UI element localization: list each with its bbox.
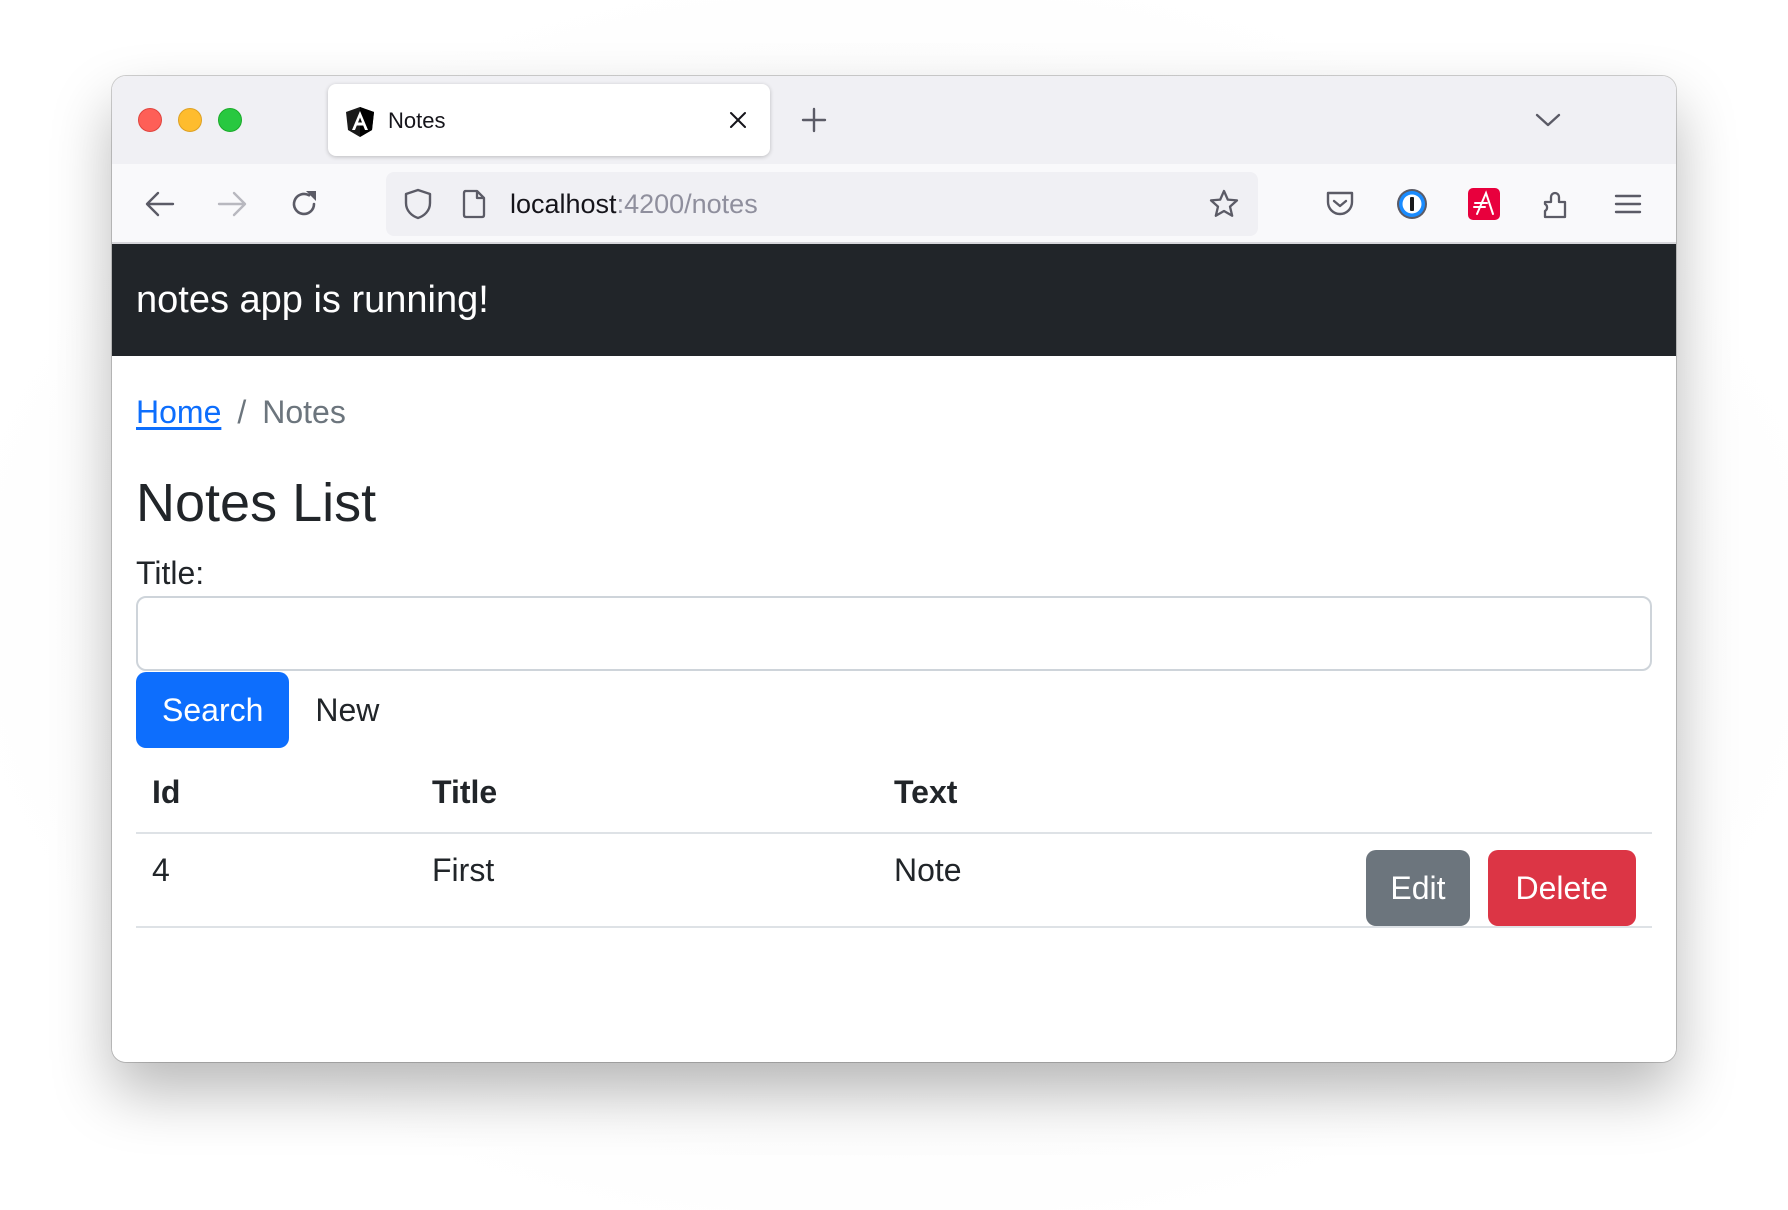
column-header-text: Text: [878, 752, 1071, 834]
title-search-input[interactable]: [136, 596, 1652, 671]
url-text[interactable]: localhost:4200/notes: [510, 188, 758, 220]
column-header-actions: [1070, 752, 1652, 834]
menu-hamburger-icon[interactable]: [1608, 184, 1648, 224]
new-tab-plus-icon[interactable]: [796, 102, 832, 138]
delete-note-button[interactable]: Delete: [1487, 850, 1636, 926]
column-header-title: Title: [416, 752, 878, 834]
angular-icon: [344, 106, 376, 138]
reload-icon[interactable]: [284, 184, 324, 224]
window-minimize-button[interactable]: [178, 108, 202, 132]
search-button[interactable]: Search: [136, 672, 290, 748]
breadcrumb-home-link[interactable]: Home: [136, 392, 221, 432]
navigation-toolbar: localhost:4200/notes: [112, 164, 1676, 244]
breadcrumb-current: Notes: [262, 394, 346, 430]
cell-id: 4: [136, 833, 416, 928]
cell-actions: Edit Delete: [1070, 833, 1652, 928]
pocket-icon[interactable]: [1320, 184, 1360, 224]
tab-title: Notes: [388, 108, 446, 133]
page-title: Notes List: [136, 473, 377, 533]
1password-icon[interactable]: [1392, 184, 1432, 224]
extensions-puzzle-icon[interactable]: [1536, 184, 1576, 224]
back-icon[interactable]: [140, 184, 180, 224]
extension-a-icon[interactable]: [1464, 184, 1504, 224]
breadcrumb: Home / Notes: [136, 392, 1652, 432]
breadcrumb-separator: /: [237, 394, 247, 430]
browser-window: Notes localhost:4200/notes notes app is …: [112, 76, 1676, 1062]
column-header-id: Id: [136, 752, 416, 834]
window-maximize-button[interactable]: [218, 108, 242, 132]
tab-list-chevron-down-icon[interactable]: [1530, 102, 1566, 138]
page-viewport: notes app is running! Home / Notes Notes…: [112, 244, 1676, 1062]
bookmark-star-icon[interactable]: [1204, 184, 1244, 224]
notes-table: Id Title Text 4 First Note Edit Delete: [136, 752, 1652, 928]
app-header-title: notes app is running!: [136, 278, 489, 321]
window-close-button[interactable]: [138, 108, 162, 132]
app-header: notes app is running!: [112, 244, 1676, 356]
url-host: localhost: [510, 189, 617, 219]
tab-strip: Notes: [112, 76, 1676, 164]
cell-title: First: [416, 833, 878, 928]
title-field-label: Title:: [136, 555, 205, 591]
cell-text: Note: [878, 833, 1071, 928]
edit-note-button[interactable]: Edit: [1366, 850, 1470, 926]
tab-close-icon[interactable]: [722, 104, 754, 136]
forward-icon[interactable]: [212, 184, 252, 224]
new-note-button[interactable]: New: [289, 672, 405, 748]
table-row: 4 First Note Edit Delete: [136, 833, 1652, 928]
page-content: Home / Notes Notes List Title: Search Ne…: [112, 392, 1676, 928]
browser-tab-notes[interactable]: Notes: [328, 84, 770, 156]
shield-icon[interactable]: [400, 186, 436, 222]
table-header-row: Id Title Text: [136, 752, 1652, 834]
search-actions: Search New: [136, 672, 1652, 748]
url-path: :4200/notes: [616, 189, 758, 219]
page-icon[interactable]: [458, 186, 490, 222]
url-bar[interactable]: localhost:4200/notes: [386, 172, 1258, 236]
